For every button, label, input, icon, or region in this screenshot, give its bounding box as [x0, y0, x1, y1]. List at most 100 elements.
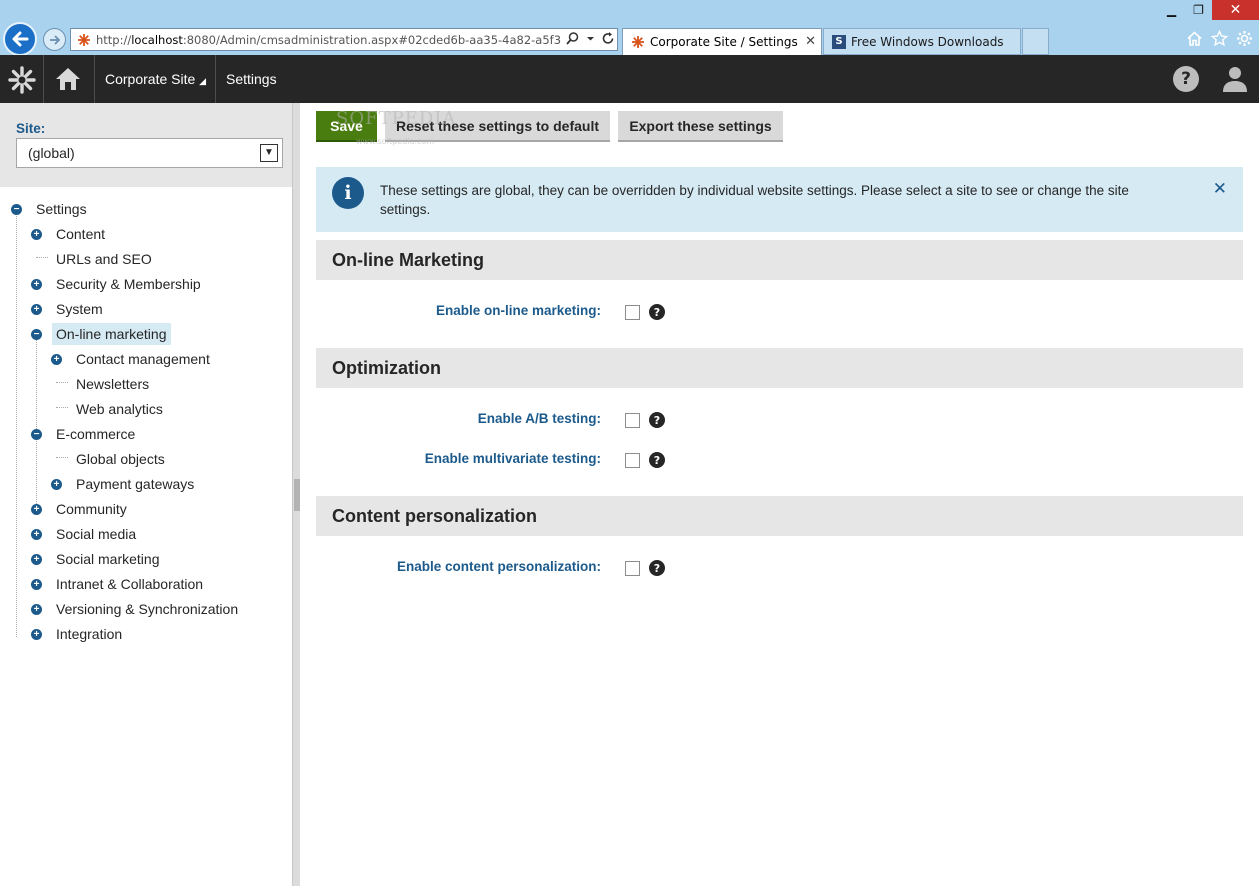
help-icon[interactable]: ? — [649, 412, 665, 428]
address-tools — [561, 31, 615, 46]
tree-node-contact-management[interactable]: Contact management — [72, 348, 214, 370]
site-selector[interactable]: Corporate Site ◢ — [105, 71, 206, 87]
refresh-icon[interactable] — [601, 31, 615, 46]
help-button[interactable]: ? — [1173, 66, 1199, 92]
header-divider — [94, 55, 95, 103]
section-optimization: Optimization — [316, 348, 1243, 388]
enable-ab-testing-checkbox[interactable] — [625, 413, 640, 428]
enable-content-personalization-checkbox[interactable] — [625, 561, 640, 576]
main-content: Save Reset these settings to default Exp… — [300, 103, 1259, 886]
tree-connector — [36, 437, 37, 512]
url-path: :8080/Admin/cmsadministration.aspx#02cde… — [182, 32, 613, 47]
tree-node-community[interactable]: Community — [52, 498, 131, 520]
caret-down-icon: ◢ — [199, 76, 207, 86]
tree-node-newsletters[interactable]: Newsletters — [72, 373, 153, 395]
tree-node-content[interactable]: Content — [52, 223, 109, 245]
section-content-personalization: Content personalization — [316, 496, 1243, 536]
expand-icon[interactable]: + — [51, 479, 62, 490]
search-icon[interactable] — [565, 31, 580, 46]
close-icon[interactable]: ✕ — [1213, 179, 1227, 199]
favorites-star-icon[interactable] — [1211, 30, 1228, 47]
help-icon[interactable]: ? — [649, 560, 665, 576]
tree-connector — [56, 407, 68, 408]
tree-node-intranet-collaboration[interactable]: Intranet & Collaboration — [52, 573, 207, 595]
home-icon[interactable] — [54, 66, 82, 96]
url-host: localhost — [131, 32, 183, 47]
expand-icon[interactable]: + — [31, 529, 42, 540]
address-bar[interactable]: http://localhost:8080/Admin/cmsadministr… — [70, 28, 618, 51]
tree-node-online-marketing[interactable]: On-line marketing — [52, 323, 171, 345]
minimize-button[interactable]: ▁ — [1158, 0, 1185, 20]
field-enable-ab-testing: Enable A/B testing: ? — [316, 408, 1243, 432]
help-icon[interactable]: ? — [649, 452, 665, 468]
tree-node-integration[interactable]: Integration — [52, 623, 126, 645]
tree-node-urls-and-seo[interactable]: URLs and SEO — [52, 248, 156, 270]
site-label: Site: — [16, 121, 46, 136]
tree-connector — [56, 382, 68, 383]
expand-icon[interactable]: + — [31, 504, 42, 515]
tree-node-social-media[interactable]: Social media — [52, 523, 140, 545]
field-enable-online-marketing: Enable on-line marketing: ? — [316, 300, 1243, 324]
home-icon[interactable] — [1186, 30, 1203, 47]
tab-close-icon[interactable]: ✕ — [805, 34, 816, 49]
forward-button[interactable] — [43, 28, 66, 51]
expand-icon[interactable]: + — [31, 604, 42, 615]
reset-to-default-button[interactable]: Reset these settings to default — [385, 111, 610, 142]
site-picker: Site: (global) ▼ — [0, 103, 292, 187]
app-name[interactable]: Settings — [226, 71, 277, 87]
dropdown-arrow-icon[interactable] — [586, 31, 595, 46]
collapse-icon[interactable]: − — [31, 329, 42, 340]
header-divider — [43, 55, 44, 103]
expand-icon[interactable]: + — [31, 229, 42, 240]
panel-splitter[interactable] — [292, 103, 300, 886]
tab-free-windows-downloads[interactable]: S Free Windows Downloads — [823, 28, 1021, 55]
field-label: Enable multivariate testing: — [424, 451, 601, 466]
window-close-button[interactable]: ✕ — [1212, 0, 1259, 20]
user-avatar-icon[interactable] — [1222, 65, 1248, 97]
left-panel: Site: (global) ▼ − Settings + Content UR… — [0, 103, 292, 886]
gear-icon[interactable] — [1236, 30, 1253, 47]
site-select[interactable]: (global) ▼ — [16, 138, 283, 168]
url-prefix: http:// — [96, 32, 132, 47]
tab-corporate-site-settings[interactable]: Corporate Site / Settings ✕ — [622, 28, 822, 55]
expand-icon[interactable]: + — [51, 354, 62, 365]
tree-node-global-objects[interactable]: Global objects — [72, 448, 169, 470]
site-select-value: (global) — [28, 145, 75, 161]
tree-node-web-analytics[interactable]: Web analytics — [72, 398, 167, 420]
tree-connector — [56, 457, 68, 458]
expand-icon[interactable]: + — [31, 304, 42, 315]
restore-button[interactable]: ❐ — [1185, 0, 1212, 20]
tree-node-security-membership[interactable]: Security & Membership — [52, 273, 205, 295]
collapse-icon[interactable]: − — [31, 429, 42, 440]
export-settings-button[interactable]: Export these settings — [618, 111, 783, 142]
back-button[interactable] — [3, 22, 37, 56]
expand-icon[interactable]: + — [31, 579, 42, 590]
tree-node-system[interactable]: System — [52, 298, 107, 320]
enable-online-marketing-checkbox[interactable] — [625, 305, 640, 320]
expand-icon[interactable]: + — [31, 629, 42, 640]
tree-node-settings[interactable]: Settings — [32, 198, 91, 220]
tree-node-payment-gateways[interactable]: Payment gateways — [72, 473, 198, 495]
browser-tools — [1186, 30, 1253, 47]
chevron-down-icon[interactable]: ▼ — [260, 144, 278, 162]
softpedia-favicon-icon: S — [832, 34, 846, 49]
kentico-logo-icon[interactable] — [7, 65, 37, 99]
header-divider — [215, 55, 216, 103]
field-label: Enable on-line marketing: — [435, 303, 601, 318]
new-tab-button[interactable] — [1022, 28, 1049, 55]
save-button[interactable]: Save — [316, 111, 377, 142]
tab-label: Corporate Site / Settings — [650, 35, 798, 49]
expand-icon[interactable]: + — [31, 554, 42, 565]
info-text: These settings are global, they can be o… — [380, 183, 1129, 217]
enable-multivariate-testing-checkbox[interactable] — [625, 453, 640, 468]
collapse-icon[interactable]: − — [11, 204, 22, 215]
tree-node-e-commerce[interactable]: E-commerce — [52, 423, 139, 445]
expand-icon[interactable]: + — [31, 279, 42, 290]
field-enable-multivariate-testing: Enable multivariate testing: ? — [316, 448, 1243, 472]
help-icon[interactable]: ? — [649, 304, 665, 320]
tree-node-versioning-synchronization[interactable]: Versioning & Synchronization — [52, 598, 242, 620]
field-label: Enable A/B testing: — [477, 411, 601, 426]
arrow-left-icon — [12, 31, 29, 47]
info-icon: i — [332, 177, 364, 209]
tree-node-social-marketing[interactable]: Social marketing — [52, 548, 164, 570]
